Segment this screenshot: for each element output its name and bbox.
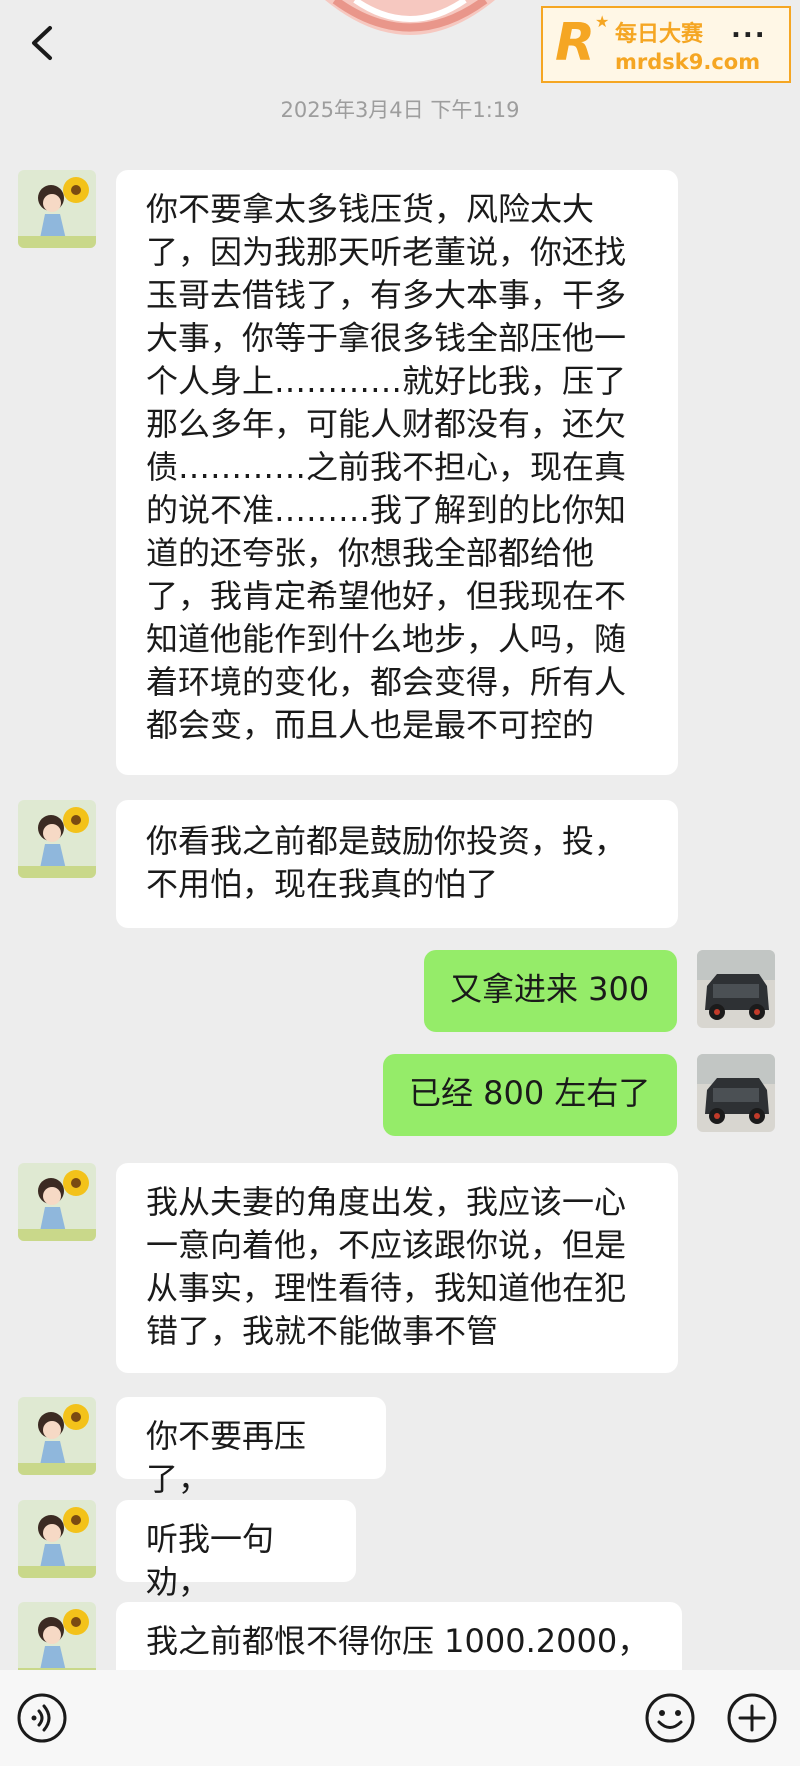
message-bubble-incoming[interactable]: 你不要拿太多钱压货，风险太大了，因为我那天听老董说，你还找玉哥去借钱了，有多大本… <box>116 170 678 775</box>
my-avatar[interactable] <box>697 950 775 1028</box>
message-text: 你不要再压了， <box>146 1417 307 1498</box>
message-text: 我之前都恨不得你压 1000.2000， <box>146 1622 650 1660</box>
voice-icon[interactable] <box>16 1692 68 1744</box>
watermark-logo: R ★ 每日大赛 mrdsk9.com ... <box>541 6 791 83</box>
contact-avatar[interactable] <box>18 1397 96 1475</box>
message-text: 听我一句劝， <box>146 1520 275 1601</box>
message-bubble-incoming[interactable]: 我从夫妻的角度出发，我应该一心一意向着他，不应该跟你说，但是从事实，理性看待，我… <box>116 1163 678 1373</box>
chevron-left-icon[interactable] <box>22 18 62 68</box>
message-text: 你看我之前都是鼓励你投资，投，不用怕，现在我真的怕了 <box>146 822 627 903</box>
message-bubble-incoming[interactable]: 听我一句劝， <box>116 1500 356 1601</box>
top-bar: R ★ 每日大赛 mrdsk9.com ... <box>0 0 800 90</box>
more-icon[interactable]: ... <box>731 14 767 44</box>
contact-avatar[interactable] <box>18 1500 96 1578</box>
message-text: 你不要拿太多钱压货，风险太大了，因为我那天听老董说，你还找玉哥去借钱了，有多大本… <box>146 190 627 744</box>
input-bar <box>0 1670 800 1766</box>
message-text: 又拿进来 300 <box>450 970 650 1008</box>
message-text: 已经 800 左右了 <box>409 1074 651 1112</box>
message-bubble-incoming[interactable]: 你不要再压了， <box>116 1397 386 1498</box>
watermark-url: mrdsk9.com <box>615 50 761 74</box>
message-bubble-incoming[interactable]: 你看我之前都是鼓励你投资，投，不用怕，现在我真的怕了 <box>116 800 678 928</box>
my-avatar[interactable] <box>697 1054 775 1132</box>
contact-avatar[interactable] <box>18 1602 96 1680</box>
plus-icon[interactable] <box>726 1692 778 1744</box>
message-bubble-outgoing[interactable]: 已经 800 左右了 <box>383 1054 677 1136</box>
contact-avatar[interactable] <box>18 1163 96 1241</box>
message-bubble-outgoing[interactable]: 又拿进来 300 <box>424 950 677 1032</box>
message-text: 我从夫妻的角度出发，我应该一心一意向着他，不应该跟你说，但是从事实，理性看待，我… <box>146 1183 627 1350</box>
contact-avatar[interactable] <box>18 800 96 878</box>
contact-avatar[interactable] <box>18 170 96 248</box>
contact-avatar-partial <box>325 0 495 70</box>
star-icon: ★ <box>595 12 610 31</box>
message-timestamp: 2025年3月4日 下午1:19 <box>280 98 520 122</box>
watermark-title: 每日大赛 <box>615 22 704 47</box>
emoji-icon[interactable] <box>644 1692 696 1744</box>
watermark-letter: R <box>555 13 596 73</box>
